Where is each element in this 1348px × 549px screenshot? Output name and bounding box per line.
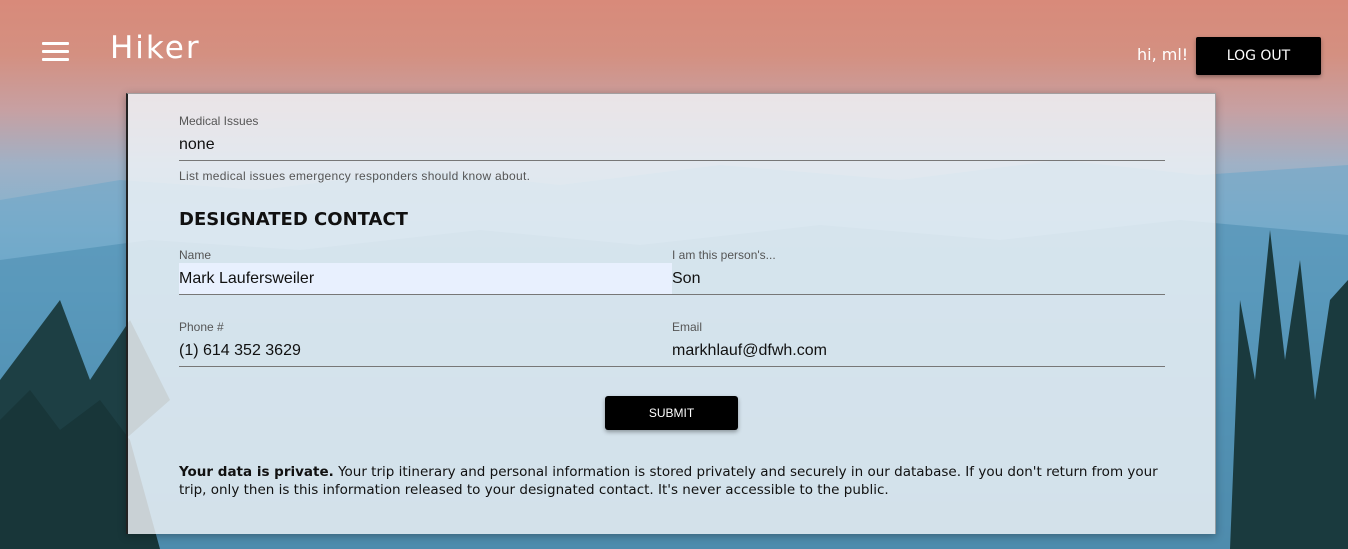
menu-icon-bar xyxy=(42,58,69,61)
submit-button[interactable]: SUBMIT xyxy=(605,396,738,430)
email-input[interactable] xyxy=(672,335,1165,367)
phone-label: Phone # xyxy=(179,320,224,334)
app-title: Hiker xyxy=(110,30,201,66)
contact-name-field: Name xyxy=(179,248,672,296)
app-bar: Hiker hi, ml! LOG OUT xyxy=(0,0,1348,100)
contact-name-label: Name xyxy=(179,248,212,262)
relation-label: I am this person's... xyxy=(672,248,776,262)
contact-form-panel: Medical Issues List medical issues emerg… xyxy=(126,93,1216,534)
logout-button[interactable]: LOG OUT xyxy=(1196,37,1321,75)
medical-issues-helper: List medical issues emergency responders… xyxy=(179,169,531,183)
relation-field: I am this person's... xyxy=(672,248,1165,296)
user-greeting: hi, ml! xyxy=(1137,45,1189,64)
privacy-notice: Your data is private. Your trip itinerar… xyxy=(179,463,1169,499)
menu-icon-bar xyxy=(42,50,69,53)
contact-name-input[interactable] xyxy=(179,263,672,295)
relation-input[interactable] xyxy=(672,263,1165,295)
medical-issues-label: Medical Issues xyxy=(179,114,259,128)
phone-input[interactable] xyxy=(179,335,672,367)
privacy-notice-bold: Your data is private. xyxy=(179,464,334,480)
designated-contact-heading: DESIGNATED CONTACT xyxy=(179,209,408,230)
email-label: Email xyxy=(672,320,703,334)
phone-field: Phone # xyxy=(179,320,672,368)
medical-issues-input[interactable] xyxy=(179,129,1165,161)
menu-icon-bar xyxy=(42,42,69,45)
email-field: Email xyxy=(672,320,1165,368)
medical-issues-field: Medical Issues xyxy=(179,114,1165,162)
menu-button[interactable] xyxy=(42,42,69,62)
